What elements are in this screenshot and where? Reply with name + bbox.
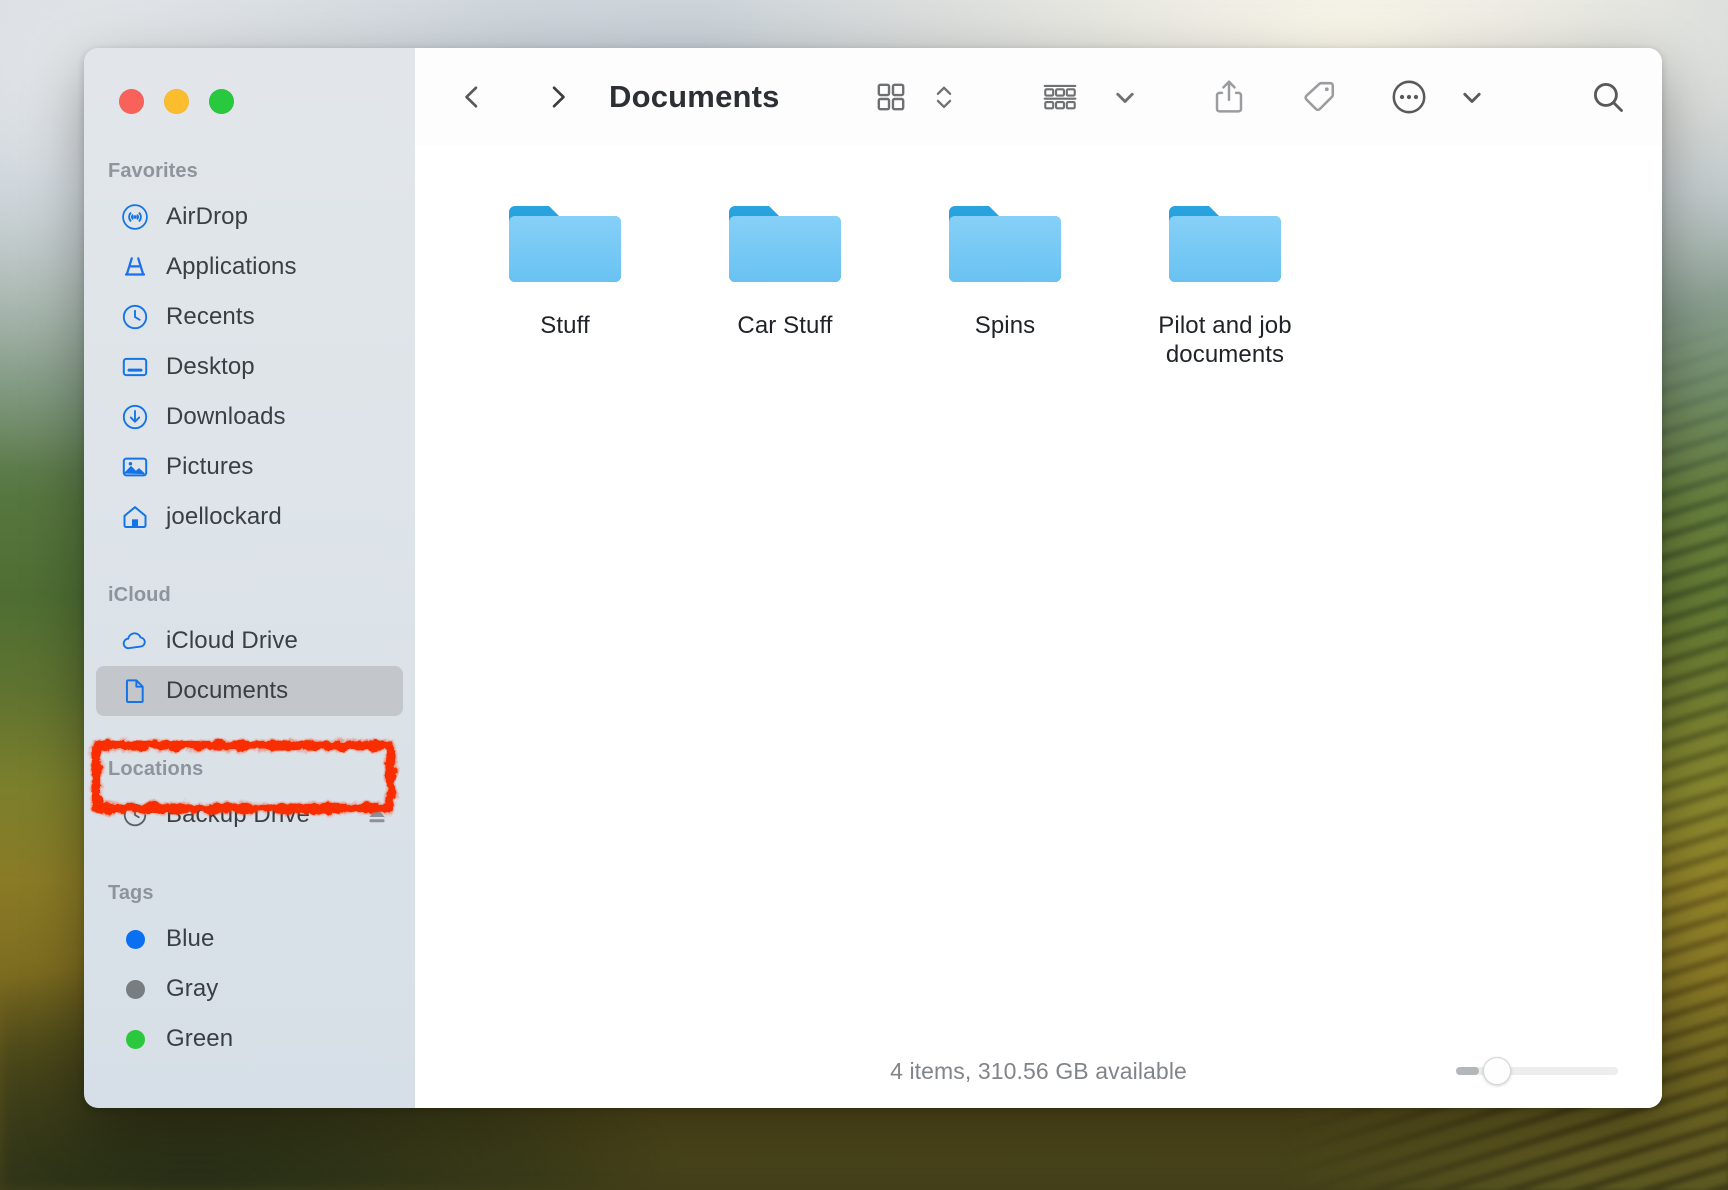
- folder-icon: [725, 198, 845, 294]
- sidebar-item-label: AirDrop: [166, 203, 248, 231]
- maximize-button[interactable]: [209, 89, 234, 114]
- clock-icon: [120, 303, 150, 331]
- airdrop-icon: [120, 203, 150, 231]
- tag-button[interactable]: [1297, 71, 1341, 123]
- sidebar-item-icloud-drive[interactable]: iCloud Drive: [96, 616, 403, 666]
- sidebar-item-label: joellockard: [166, 503, 282, 531]
- sidebar-section-tags-header: Tags: [84, 882, 415, 905]
- sidebar-item-tag-gray[interactable]: Gray: [96, 964, 403, 1014]
- finder-sidebar: Favorites AirDrop: [84, 48, 415, 1108]
- group-by-button[interactable]: [1038, 71, 1082, 123]
- home-icon: [120, 503, 150, 531]
- search-button[interactable]: [1586, 71, 1630, 123]
- folder-icon: [1165, 198, 1285, 294]
- forward-button[interactable]: [533, 72, 583, 122]
- file-item[interactable]: Spins: [895, 198, 1115, 370]
- chevron-down-icon[interactable]: [1450, 71, 1494, 123]
- file-grid: Stuff Car Stuff: [415, 146, 1662, 1034]
- sidebar-item-label: Pictures: [166, 453, 254, 481]
- eject-icon[interactable]: [365, 803, 389, 827]
- desktop-wallpaper: Favorites AirDrop: [0, 0, 1728, 1190]
- slider-fill: [1456, 1067, 1479, 1075]
- sidebar-item-pictures[interactable]: Pictures: [96, 442, 403, 492]
- sidebar-item-label: Documents: [166, 677, 288, 705]
- finder-toolbar: Documents: [415, 48, 1662, 146]
- chevron-up-down-icon[interactable]: [922, 71, 966, 123]
- file-item[interactable]: Car Stuff: [675, 198, 895, 370]
- slider-track[interactable]: [1456, 1067, 1618, 1075]
- sidebar-item-desktop[interactable]: Desktop: [96, 342, 403, 392]
- grid-view-button[interactable]: [869, 71, 913, 123]
- folder-icon: [945, 198, 1065, 294]
- chevron-down-icon[interactable]: [1103, 71, 1147, 123]
- pictures-icon: [120, 453, 150, 481]
- slider-knob[interactable]: [1483, 1057, 1511, 1085]
- sidebar-section-favorites-header: Favorites: [84, 160, 415, 183]
- file-label: Stuff: [540, 311, 589, 340]
- group-by-group: [1038, 71, 1147, 123]
- share-button[interactable]: [1207, 71, 1251, 123]
- tag-dot-icon: [120, 930, 150, 949]
- sidebar-item-label: Recents: [166, 303, 255, 331]
- finder-content-pane: Documents: [415, 48, 1662, 1108]
- finder-status-bar: 4 items, 310.56 GB available: [415, 1034, 1662, 1108]
- view-mode-group: [869, 71, 966, 123]
- finder-window: Favorites AirDrop: [84, 48, 1662, 1108]
- sidebar-item-label: Applications: [166, 253, 297, 281]
- tag-dot-icon: [120, 980, 150, 999]
- sidebar-section-locations-header: Locations: [84, 758, 415, 781]
- sidebar-item-documents[interactable]: Documents: [96, 666, 403, 716]
- sidebar-section-icloud-list: iCloud Drive Documents: [84, 616, 415, 716]
- more-options-group: [1387, 71, 1494, 123]
- page-title: Documents: [609, 79, 780, 115]
- desktop-icon: [120, 353, 150, 381]
- sidebar-item-label: Green: [166, 1025, 233, 1053]
- file-label: Pilot and job documents: [1135, 311, 1315, 370]
- applications-icon: [120, 253, 150, 281]
- folder-icon: [505, 198, 625, 294]
- sidebar-item-label: Downloads: [166, 403, 286, 431]
- sidebar-item-applications[interactable]: Applications: [96, 242, 403, 292]
- sidebar-item-joellockard[interactable]: joellockard: [96, 492, 403, 542]
- sidebar-item-tag-blue[interactable]: Blue: [96, 914, 403, 964]
- window-controls: [84, 48, 415, 114]
- more-options-button[interactable]: [1387, 71, 1431, 123]
- document-icon: [120, 677, 150, 705]
- close-button[interactable]: [119, 89, 144, 114]
- sidebar-item-label: Blue: [166, 925, 214, 953]
- sidebar-section-favorites-list: AirDrop Applications: [84, 192, 415, 542]
- sidebar-item-downloads[interactable]: Downloads: [96, 392, 403, 442]
- file-label: Car Stuff: [737, 311, 832, 340]
- sidebar-item-label: Desktop: [166, 353, 255, 381]
- sidebar-section-tags-list: Blue Gray Green: [84, 914, 415, 1064]
- file-item[interactable]: Pilot and job documents: [1115, 198, 1335, 370]
- cloud-icon: [120, 627, 150, 655]
- sidebar-item-backup-drive[interactable]: Backup Drive: [96, 790, 403, 840]
- sidebar-item-recents[interactable]: Recents: [96, 292, 403, 342]
- sidebar-item-label: Gray: [166, 975, 218, 1003]
- download-icon: [120, 403, 150, 431]
- file-item[interactable]: Stuff: [455, 198, 675, 370]
- minimize-button[interactable]: [164, 89, 189, 114]
- file-label: Spins: [975, 311, 1036, 340]
- icon-size-slider[interactable]: [1456, 1057, 1618, 1085]
- sidebar-item-label: Backup Drive: [166, 801, 310, 829]
- sidebar-item-airdrop[interactable]: AirDrop: [96, 192, 403, 242]
- time-machine-icon: [120, 801, 150, 829]
- sidebar-section-icloud-header: iCloud: [84, 584, 415, 607]
- sidebar-item-tag-green[interactable]: Green: [96, 1014, 403, 1064]
- sidebar-item-label: iCloud Drive: [166, 627, 298, 655]
- sidebar-section-locations-list: Backup Drive: [84, 790, 415, 840]
- back-button[interactable]: [447, 72, 497, 122]
- tag-dot-icon: [120, 1030, 150, 1049]
